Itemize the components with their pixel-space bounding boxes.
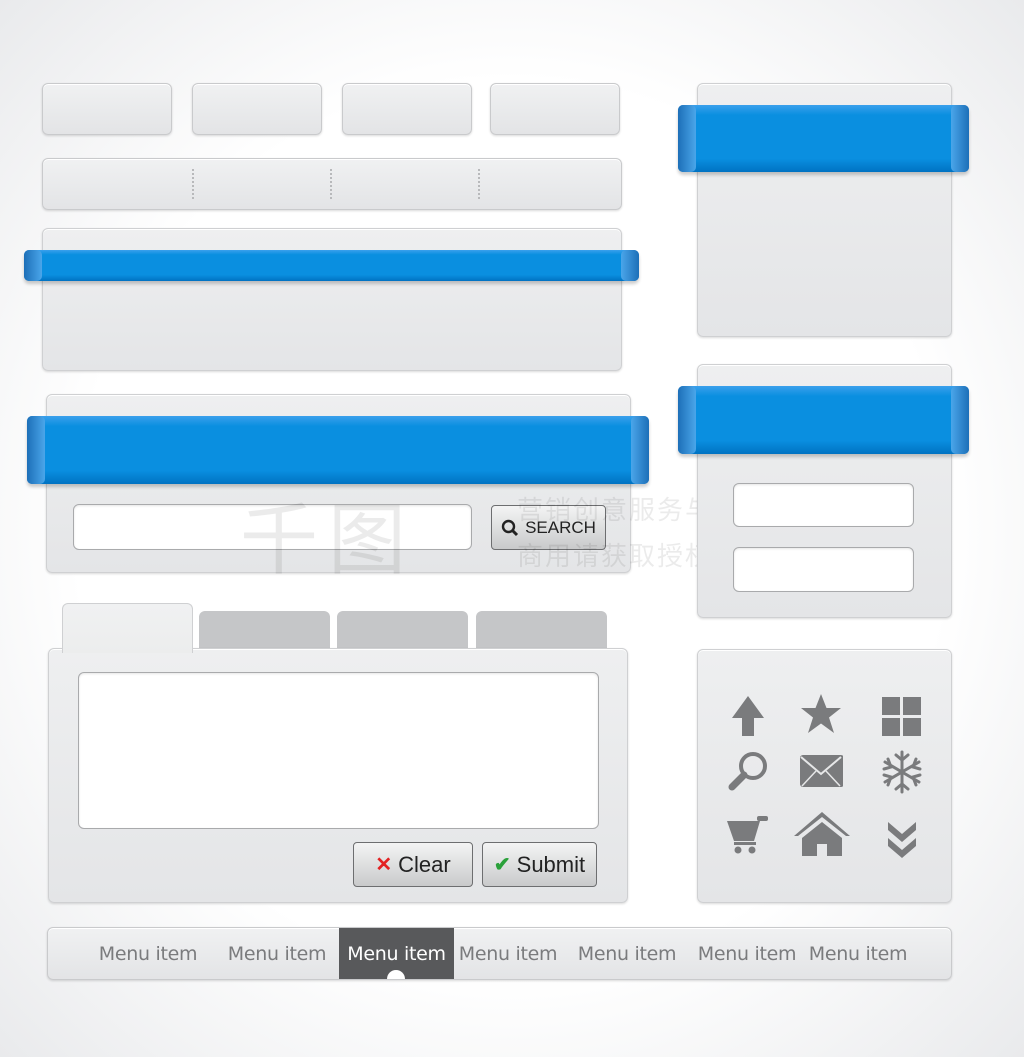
blank-button-2[interactable] (192, 83, 322, 135)
cart-icon[interactable] (726, 815, 770, 859)
watermark-logo: 千图 (240, 496, 417, 586)
tab-2[interactable] (199, 611, 330, 651)
double-chevron-down-icon[interactable] (880, 818, 924, 862)
menu-bar: Menu item Menu item Menu item Menu item … (47, 927, 952, 980)
menu-item-2[interactable]: Menu item (217, 928, 337, 979)
login-field-2[interactable] (733, 547, 914, 592)
tab-3[interactable] (337, 611, 468, 651)
ribbon-header (678, 105, 969, 172)
active-indicator (387, 970, 405, 979)
grid-icon[interactable] (880, 694, 924, 738)
clear-button[interactable]: ✕ Clear (353, 842, 473, 887)
blank-button-4[interactable] (490, 83, 620, 135)
login-field-1[interactable] (733, 483, 914, 527)
menu-item-5[interactable]: Menu item (567, 928, 687, 979)
magnifier-icon[interactable] (726, 750, 770, 794)
ribbon-header (678, 386, 969, 454)
tab-4[interactable] (476, 611, 607, 651)
snowflake-icon[interactable] (880, 750, 924, 794)
menu-item-1[interactable]: Menu item (88, 928, 208, 979)
menu-item-4[interactable]: Menu item (450, 928, 566, 979)
menu-item-6[interactable]: Menu item (687, 928, 807, 979)
check-icon: ✔ (493, 854, 511, 876)
segment-divider (478, 169, 480, 199)
message-textarea[interactable] (78, 672, 599, 829)
arrow-up-icon[interactable] (726, 694, 770, 738)
tab-1-active[interactable] (62, 603, 193, 653)
segmented-bar[interactable] (42, 158, 622, 210)
menu-item-3-label: Menu item (347, 943, 446, 965)
segment-divider (192, 169, 194, 199)
menu-item-3-active[interactable]: Menu item (339, 928, 454, 979)
home-icon[interactable] (793, 810, 851, 858)
blank-button-1[interactable] (42, 83, 172, 135)
ribbon-header (27, 416, 649, 484)
segment-divider (330, 169, 332, 199)
watermark-line2: 商用请获取授权 (517, 542, 714, 572)
mail-icon[interactable] (799, 750, 843, 794)
x-icon: ✕ (375, 854, 393, 876)
ribbon-header (24, 250, 639, 281)
clear-button-label: Clear (398, 851, 451, 877)
star-icon[interactable] (799, 692, 843, 736)
blank-button-3[interactable] (342, 83, 472, 135)
menu-item-7[interactable]: Menu item (800, 928, 916, 979)
submit-button[interactable]: ✔ Submit (482, 842, 597, 887)
submit-button-label: Submit (516, 851, 586, 877)
